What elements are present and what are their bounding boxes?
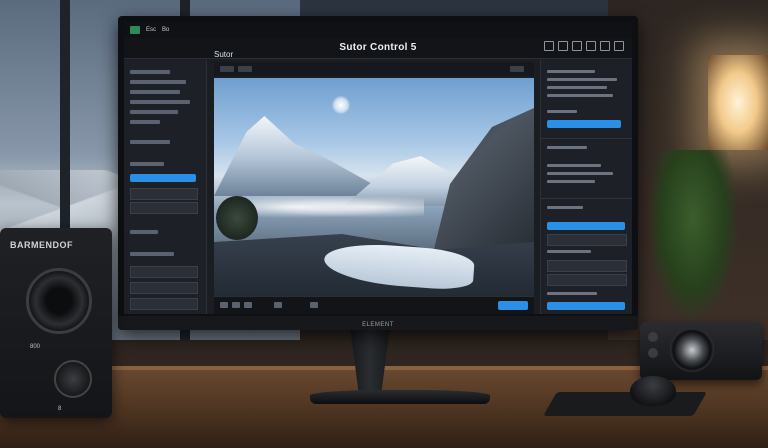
divider xyxy=(541,198,632,199)
menu-bar: Esc Bo xyxy=(124,22,632,38)
speaker-label: 8 xyxy=(58,406,62,412)
toolbar-icon[interactable] xyxy=(600,41,610,51)
divider xyxy=(541,138,632,139)
mousepad xyxy=(543,392,707,416)
screen: Esc Bo Sutor Sutor Control 5 xyxy=(124,22,632,314)
panel-row[interactable] xyxy=(130,162,164,166)
viewer-tab[interactable] xyxy=(510,66,524,72)
timeline-button[interactable] xyxy=(310,302,318,308)
woofer xyxy=(26,268,92,334)
panel-row[interactable] xyxy=(130,252,174,256)
panel-row[interactable] xyxy=(547,78,617,81)
selected-item[interactable] xyxy=(547,120,621,128)
image-viewer[interactable] xyxy=(214,78,534,296)
toolbar-icon[interactable] xyxy=(586,41,596,51)
app-title: Sutor Control 5 xyxy=(339,42,417,53)
selected-item[interactable] xyxy=(130,174,196,182)
tree xyxy=(216,196,258,240)
projector-button xyxy=(648,332,658,342)
right-panel xyxy=(540,60,632,314)
viewer-tab[interactable] xyxy=(220,66,234,72)
panel-row[interactable] xyxy=(130,70,170,74)
toolbar-icon[interactable] xyxy=(558,41,568,51)
timeline-bar xyxy=(214,296,534,314)
monitor-chin: ELEMENT xyxy=(118,316,638,330)
projector-button xyxy=(648,348,658,358)
app-icon xyxy=(130,26,140,34)
panel-row[interactable] xyxy=(547,172,613,175)
monitor-brand: ELEMENT xyxy=(362,322,394,328)
timeline-button[interactable] xyxy=(232,302,240,308)
panel-row[interactable] xyxy=(547,86,607,89)
projector-lens xyxy=(670,328,714,372)
wall-lamp xyxy=(708,55,768,150)
panel-row[interactable] xyxy=(130,230,158,234)
project-name: Sutor xyxy=(214,50,234,59)
panel-row[interactable] xyxy=(547,70,595,73)
panel-row[interactable] xyxy=(130,140,170,144)
speaker: BARMENDOF 800 8 xyxy=(0,228,112,418)
toolbar-icon[interactable] xyxy=(614,41,624,51)
timeline-button[interactable] xyxy=(244,302,252,308)
speaker-brand: BARMENDOF xyxy=(10,240,73,250)
toolbar-icon[interactable] xyxy=(544,41,554,51)
panel-row[interactable] xyxy=(130,90,180,94)
panel-field[interactable] xyxy=(130,282,198,294)
clouds xyxy=(244,194,424,220)
panel-row[interactable] xyxy=(130,120,160,124)
mouse xyxy=(630,376,676,406)
selected-item[interactable] xyxy=(547,222,625,230)
timeline-button[interactable] xyxy=(220,302,228,308)
volume-knob xyxy=(54,360,92,398)
menu-item[interactable]: Esc xyxy=(146,27,156,33)
panel-row[interactable] xyxy=(130,100,190,104)
panel-field[interactable] xyxy=(547,274,627,286)
timeline-button[interactable] xyxy=(274,302,282,308)
viewer-tab[interactable] xyxy=(238,66,252,72)
panel-field[interactable] xyxy=(130,266,198,278)
panel-row[interactable] xyxy=(547,206,583,209)
snow-mountain xyxy=(214,116,394,196)
speaker-label: 800 xyxy=(30,344,41,350)
toolbar-icon[interactable] xyxy=(572,41,582,51)
panel-row[interactable] xyxy=(130,80,186,84)
panel-row[interactable] xyxy=(547,292,597,295)
left-panel xyxy=(124,60,207,314)
panel-row[interactable] xyxy=(547,250,591,253)
viewer-header xyxy=(214,62,534,76)
apply-button[interactable] xyxy=(547,302,625,310)
plant xyxy=(648,150,738,320)
render-button[interactable] xyxy=(498,301,528,310)
panel-field[interactable] xyxy=(547,260,627,272)
monitor-stand-base xyxy=(310,390,490,404)
panel-row[interactable] xyxy=(547,94,613,97)
panel-row[interactable] xyxy=(130,110,178,114)
panel-row[interactable] xyxy=(547,180,595,183)
panel-field[interactable] xyxy=(547,234,627,246)
projector xyxy=(640,322,762,380)
panel-field[interactable] xyxy=(130,298,198,310)
menu-item[interactable]: Bo xyxy=(162,27,169,33)
sun xyxy=(332,96,350,114)
panel-field[interactable] xyxy=(130,202,198,214)
panel-row[interactable] xyxy=(547,146,587,149)
panel-row[interactable] xyxy=(547,164,601,167)
panel-row[interactable] xyxy=(547,110,577,113)
panel-field[interactable] xyxy=(130,188,198,200)
